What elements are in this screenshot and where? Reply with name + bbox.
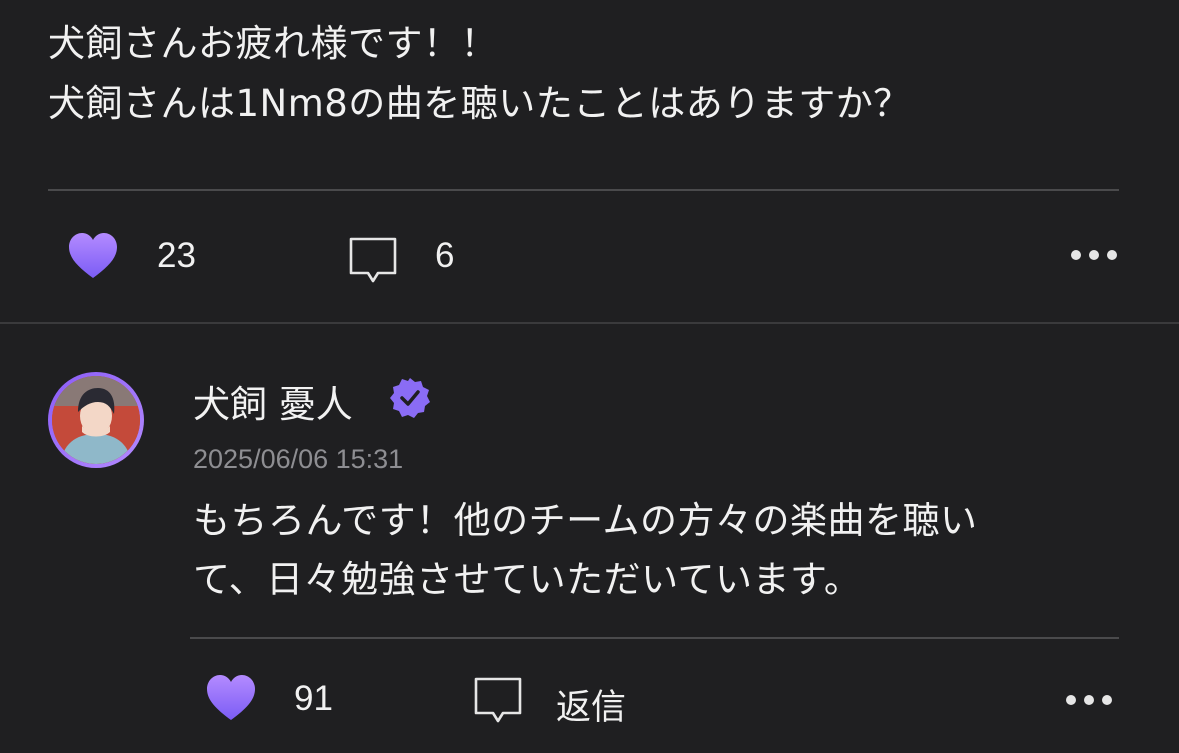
more-horizontal-icon <box>1089 250 1099 260</box>
post-body: 犬飼さんお疲れ様です！！ 犬飼さんは1Nm8の曲を聴いたことはありますか？ <box>48 14 1128 134</box>
more-horizontal-icon <box>1102 695 1112 705</box>
more-horizontal-icon <box>1107 250 1117 260</box>
reply-username[interactable]: 犬飼 憂人 <box>193 374 353 428</box>
more-horizontal-icon <box>1084 695 1094 705</box>
reply-timestamp: 2025/06/06 15:31 <box>193 444 404 474</box>
post-more-button[interactable] <box>1071 250 1117 260</box>
divider <box>48 189 1119 191</box>
heart-icon <box>207 675 255 720</box>
reply-like-button[interactable] <box>206 674 256 722</box>
post-comment-button[interactable] <box>348 236 398 284</box>
heart-icon <box>69 233 117 278</box>
avatar-illustration <box>52 376 140 464</box>
reply-like-count: 91 <box>294 679 333 718</box>
post-comment-count: 6 <box>435 236 455 275</box>
post-like-button[interactable] <box>68 232 118 280</box>
avatar[interactable] <box>48 372 144 468</box>
verified-badge-icon <box>390 378 430 418</box>
reply-action-label[interactable]: 返信 <box>556 679 626 730</box>
post-text-line: 犬飼さんお疲れ様です！！ <box>48 22 498 65</box>
post-like-count: 23 <box>157 236 196 275</box>
more-horizontal-icon <box>1066 695 1076 705</box>
speech-bubble-icon <box>349 237 397 283</box>
comment-thread: 犬飼さんお疲れ様です！！ 犬飼さんは1Nm8の曲を聴いたことはありますか？ 23… <box>0 0 1179 753</box>
reply-text-line: て、日々勉強させていただいています。 <box>193 558 862 601</box>
more-horizontal-icon <box>1071 250 1081 260</box>
speech-bubble-icon <box>474 677 522 723</box>
post-text-line: 犬飼さんは1Nm8の曲を聴いたことはありますか？ <box>48 82 911 125</box>
reply-body: もちろんです！他のチームの方々の楽曲を聴い て、日々勉強させていただいています。 <box>193 491 1093 609</box>
reply-reply-button[interactable] <box>473 676 523 724</box>
reply-text-line: もちろんです！他のチームの方々の楽曲を聴い <box>193 499 978 542</box>
section-separator <box>0 322 1179 324</box>
avatar-image <box>52 376 140 464</box>
divider <box>190 637 1119 639</box>
reply-more-button[interactable] <box>1066 695 1112 705</box>
